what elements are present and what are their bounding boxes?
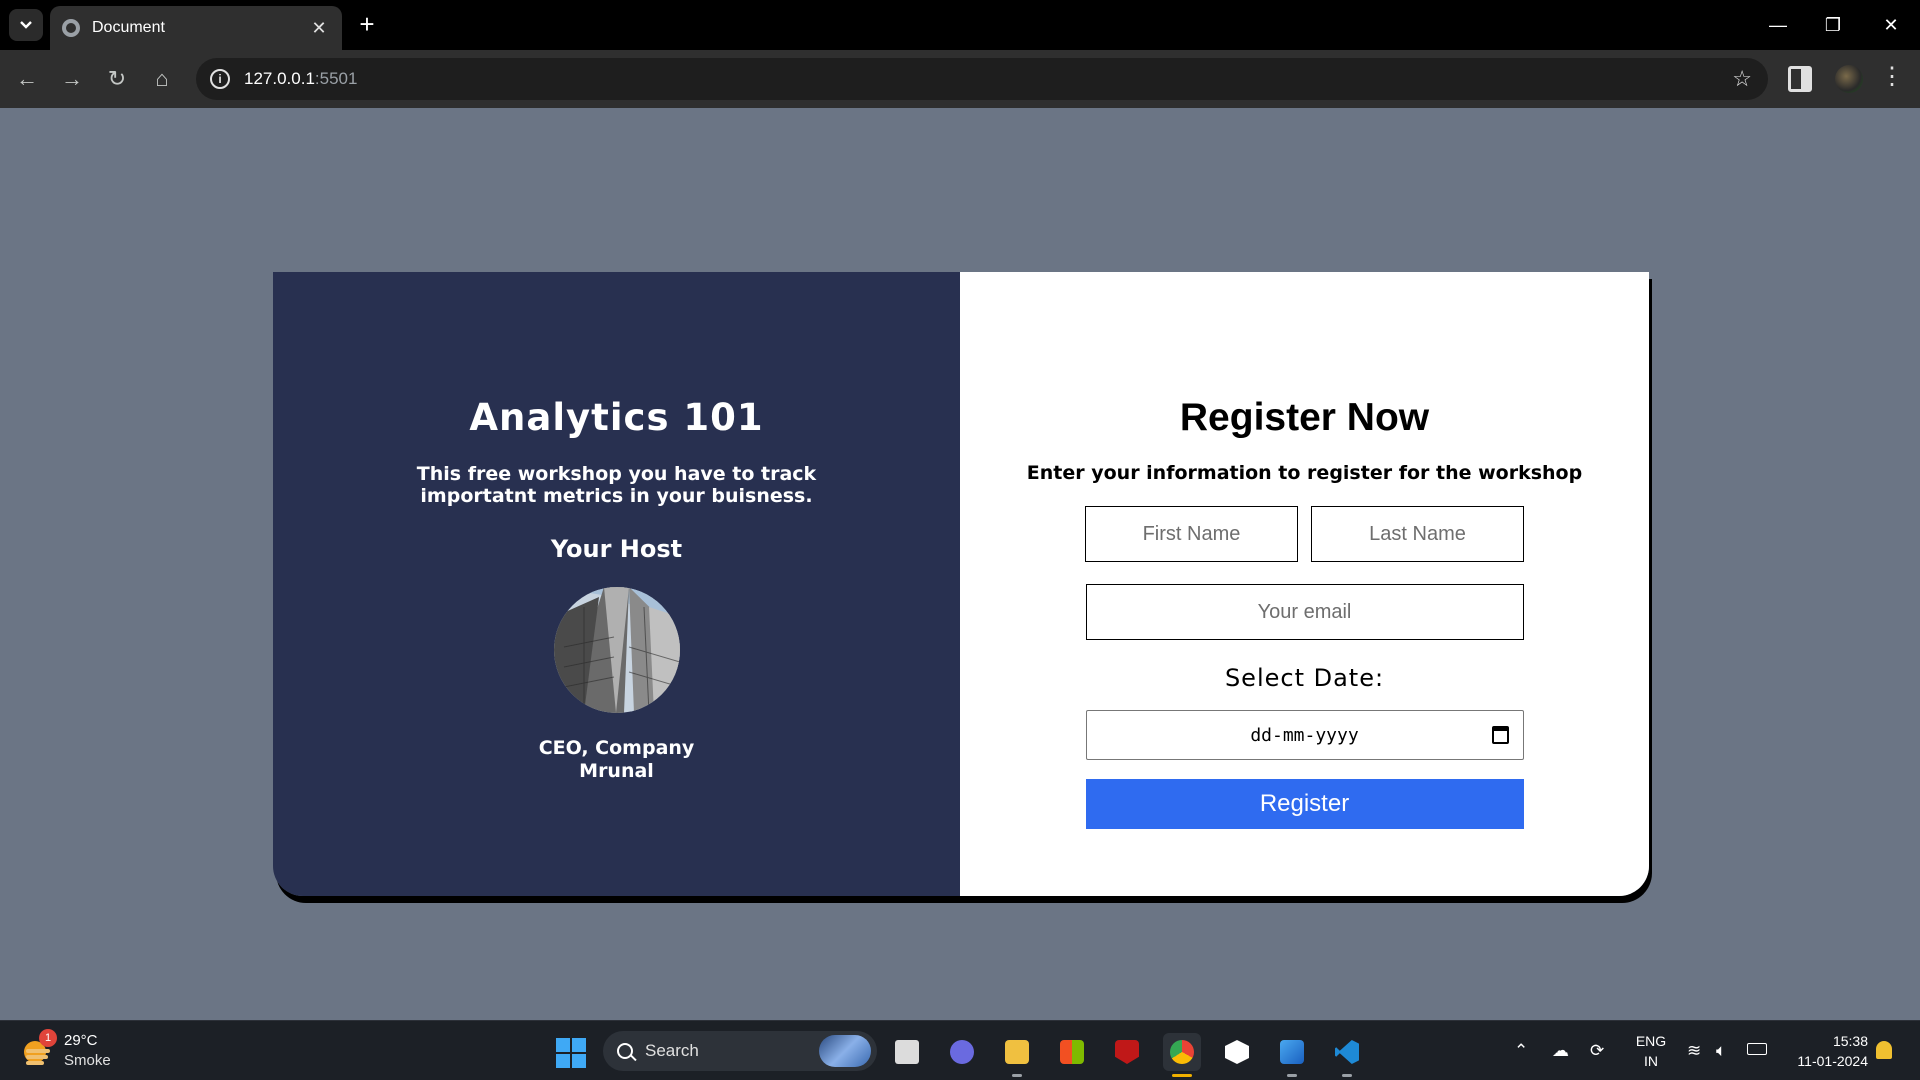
sync-icon[interactable]: ⟳ xyxy=(1590,1041,1604,1061)
forward-button[interactable]: → xyxy=(56,63,88,95)
workshop-title: Analytics 101 xyxy=(469,396,764,439)
date-placeholder: dd-mm-yyyy xyxy=(1250,724,1359,746)
taskbar-search-label: Search xyxy=(645,1041,699,1060)
tab-search-button[interactable] xyxy=(9,9,43,41)
date-input[interactable]: dd-mm-yyyy xyxy=(1085,710,1524,760)
back-button[interactable]: ← xyxy=(11,63,43,95)
windows-start-icon[interactable] xyxy=(556,1038,586,1068)
browser-toolbar: ← → ↻ ⌂ i 127.0.0.1 :5501 ☆ ⋮ xyxy=(0,50,1920,108)
weather-badge: 1 xyxy=(39,1029,57,1047)
host-credentials: CEO, Company Mrunal xyxy=(539,737,695,783)
registration-form-panel: Register Now Enter your information to r… xyxy=(960,272,1649,896)
taskbar-search[interactable]: Search xyxy=(603,1031,877,1071)
browser-titlebar: Document ✕ + — ❐ ✕ xyxy=(0,0,1920,50)
volume-icon[interactable]: 🔈︎ xyxy=(1716,1041,1726,1061)
reload-button[interactable]: ↻ xyxy=(101,63,133,95)
close-window-button[interactable]: ✕ xyxy=(1871,10,1911,40)
restore-button[interactable]: ❐ xyxy=(1813,10,1853,40)
minimize-button[interactable]: — xyxy=(1758,10,1798,40)
calendar-icon[interactable] xyxy=(1491,726,1509,744)
battery-icon[interactable] xyxy=(1747,1043,1767,1055)
side-panel-icon[interactable] xyxy=(1788,66,1812,92)
microsoft-store-icon[interactable] xyxy=(1053,1033,1091,1071)
site-info-icon[interactable]: i xyxy=(210,69,230,89)
search-icon xyxy=(617,1043,633,1059)
language-line-2[interactable]: IN xyxy=(1635,1053,1667,1069)
host-heading: Your Host xyxy=(550,535,683,563)
description-line-1: This free workshop you have to track xyxy=(416,463,817,485)
date-label: Select Date: xyxy=(1224,664,1385,692)
language-line-1[interactable]: ENG xyxy=(1635,1033,1667,1049)
url-port: :5501 xyxy=(314,69,358,88)
email-input[interactable] xyxy=(1085,584,1524,640)
search-highlight-image xyxy=(819,1035,871,1067)
file-explorer-icon[interactable] xyxy=(998,1033,1036,1077)
home-button[interactable]: ⌂ xyxy=(146,63,178,95)
new-tab-button[interactable]: + xyxy=(352,10,382,40)
task-view-icon[interactable] xyxy=(888,1033,926,1071)
description-line-2: importatnt metrics in your buisness. xyxy=(420,485,813,507)
vscode-icon[interactable] xyxy=(1328,1033,1366,1077)
close-tab-icon[interactable]: ✕ xyxy=(308,18,330,39)
chrome-icon[interactable] xyxy=(1163,1033,1201,1077)
globe-icon xyxy=(62,19,80,37)
tab-title: Document xyxy=(92,19,165,36)
workshop-description: This free workshop you have to track imp… xyxy=(417,463,816,507)
mcafee-icon[interactable] xyxy=(1108,1033,1146,1071)
workshop-info-panel: Analytics 101 This free workshop you hav… xyxy=(273,272,960,896)
weather-description[interactable]: Smoke xyxy=(64,1052,111,1069)
onedrive-icon[interactable]: ☁ xyxy=(1552,1041,1569,1061)
unity-hub-icon[interactable] xyxy=(1218,1033,1256,1071)
browser-tab[interactable]: Document ✕ xyxy=(50,6,342,50)
taskbar: 1 29°C Smoke Search ⌃ ☁ ⟳ ENG IN ≋ 🔈︎ 15… xyxy=(0,1020,1920,1080)
host-role: CEO, Company xyxy=(538,737,695,759)
notification-bell-icon[interactable] xyxy=(1876,1041,1892,1059)
wifi-icon[interactable]: ≋ xyxy=(1687,1041,1701,1061)
registration-card: Analytics 101 This free workshop you hav… xyxy=(273,272,1649,896)
register-subtitle: Enter your information to register for t… xyxy=(1026,462,1583,484)
bookmark-star-icon[interactable]: ☆ xyxy=(1732,66,1752,92)
host-name: Mrunal xyxy=(579,760,654,782)
clock-time[interactable]: 15:38 xyxy=(1784,1033,1868,1049)
photos-icon[interactable] xyxy=(1273,1033,1311,1077)
register-button[interactable]: Register xyxy=(1085,779,1524,829)
menu-dots-icon[interactable]: ⋮ xyxy=(1878,62,1906,91)
chevron-down-icon xyxy=(20,21,32,29)
name-row xyxy=(1085,506,1524,562)
url-host: 127.0.0.1 xyxy=(244,69,315,88)
profile-avatar[interactable] xyxy=(1835,65,1863,93)
clock-date[interactable]: 11-01-2024 xyxy=(1784,1053,1868,1069)
host-photo xyxy=(553,587,680,713)
weather-temperature[interactable]: 29°C xyxy=(64,1032,98,1049)
chevron-up-icon[interactable]: ⌃ xyxy=(1514,1041,1528,1061)
last-name-input[interactable] xyxy=(1311,506,1524,562)
first-name-input[interactable] xyxy=(1085,506,1298,562)
address-bar[interactable]: i 127.0.0.1 :5501 ☆ xyxy=(196,58,1768,100)
meet-icon[interactable] xyxy=(943,1033,981,1071)
register-title: Register Now xyxy=(1179,396,1430,439)
